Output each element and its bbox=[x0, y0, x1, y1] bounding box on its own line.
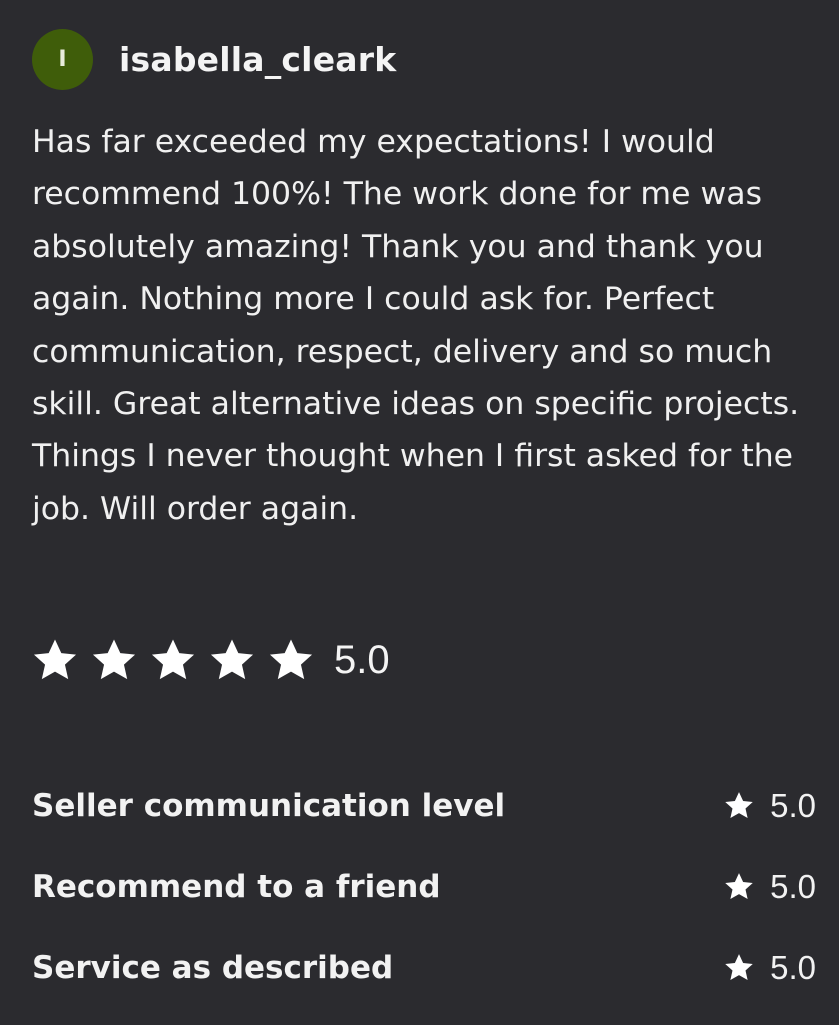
sub-rating-row: Service as described 5.0 bbox=[32, 940, 816, 995]
avatar-initial: I bbox=[58, 47, 67, 72]
sub-rating-score: 5.0 bbox=[724, 868, 816, 906]
reviewer-username[interactable]: isabella_cleark bbox=[119, 40, 396, 79]
sub-rating-row: Recommend to a friend 5.0 bbox=[32, 859, 816, 914]
sub-rating-value: 5.0 bbox=[770, 867, 816, 905]
review-header: I isabella_cleark bbox=[32, 29, 396, 90]
star-icon bbox=[724, 791, 754, 820]
sub-rating-label: Recommend to a friend bbox=[32, 868, 441, 905]
sub-rating-score: 5.0 bbox=[724, 787, 816, 825]
star-icon bbox=[724, 953, 754, 982]
sub-rating-value: 5.0 bbox=[770, 948, 816, 986]
sub-rating-value: 5.0 bbox=[770, 786, 816, 824]
star-icon bbox=[91, 638, 137, 682]
sub-rating-row: Seller communication level 5.0 bbox=[32, 778, 816, 833]
sub-rating-label: Seller communication level bbox=[32, 787, 506, 824]
star-icon bbox=[150, 638, 196, 682]
overall-rating-value: 5.0 bbox=[334, 637, 390, 682]
star-icon bbox=[209, 638, 255, 682]
star-rating bbox=[32, 638, 314, 682]
sub-ratings-list: Seller communication level 5.0 Recommend… bbox=[32, 778, 816, 1021]
star-icon bbox=[724, 872, 754, 901]
star-icon bbox=[32, 638, 78, 682]
overall-rating: 5.0 bbox=[32, 632, 390, 688]
sub-rating-label: Service as described bbox=[32, 949, 394, 986]
sub-rating-score: 5.0 bbox=[724, 949, 816, 987]
star-icon bbox=[268, 638, 314, 682]
avatar[interactable]: I bbox=[32, 29, 93, 90]
review-text: Has far exceeded my expectations! I woul… bbox=[32, 124, 800, 527]
